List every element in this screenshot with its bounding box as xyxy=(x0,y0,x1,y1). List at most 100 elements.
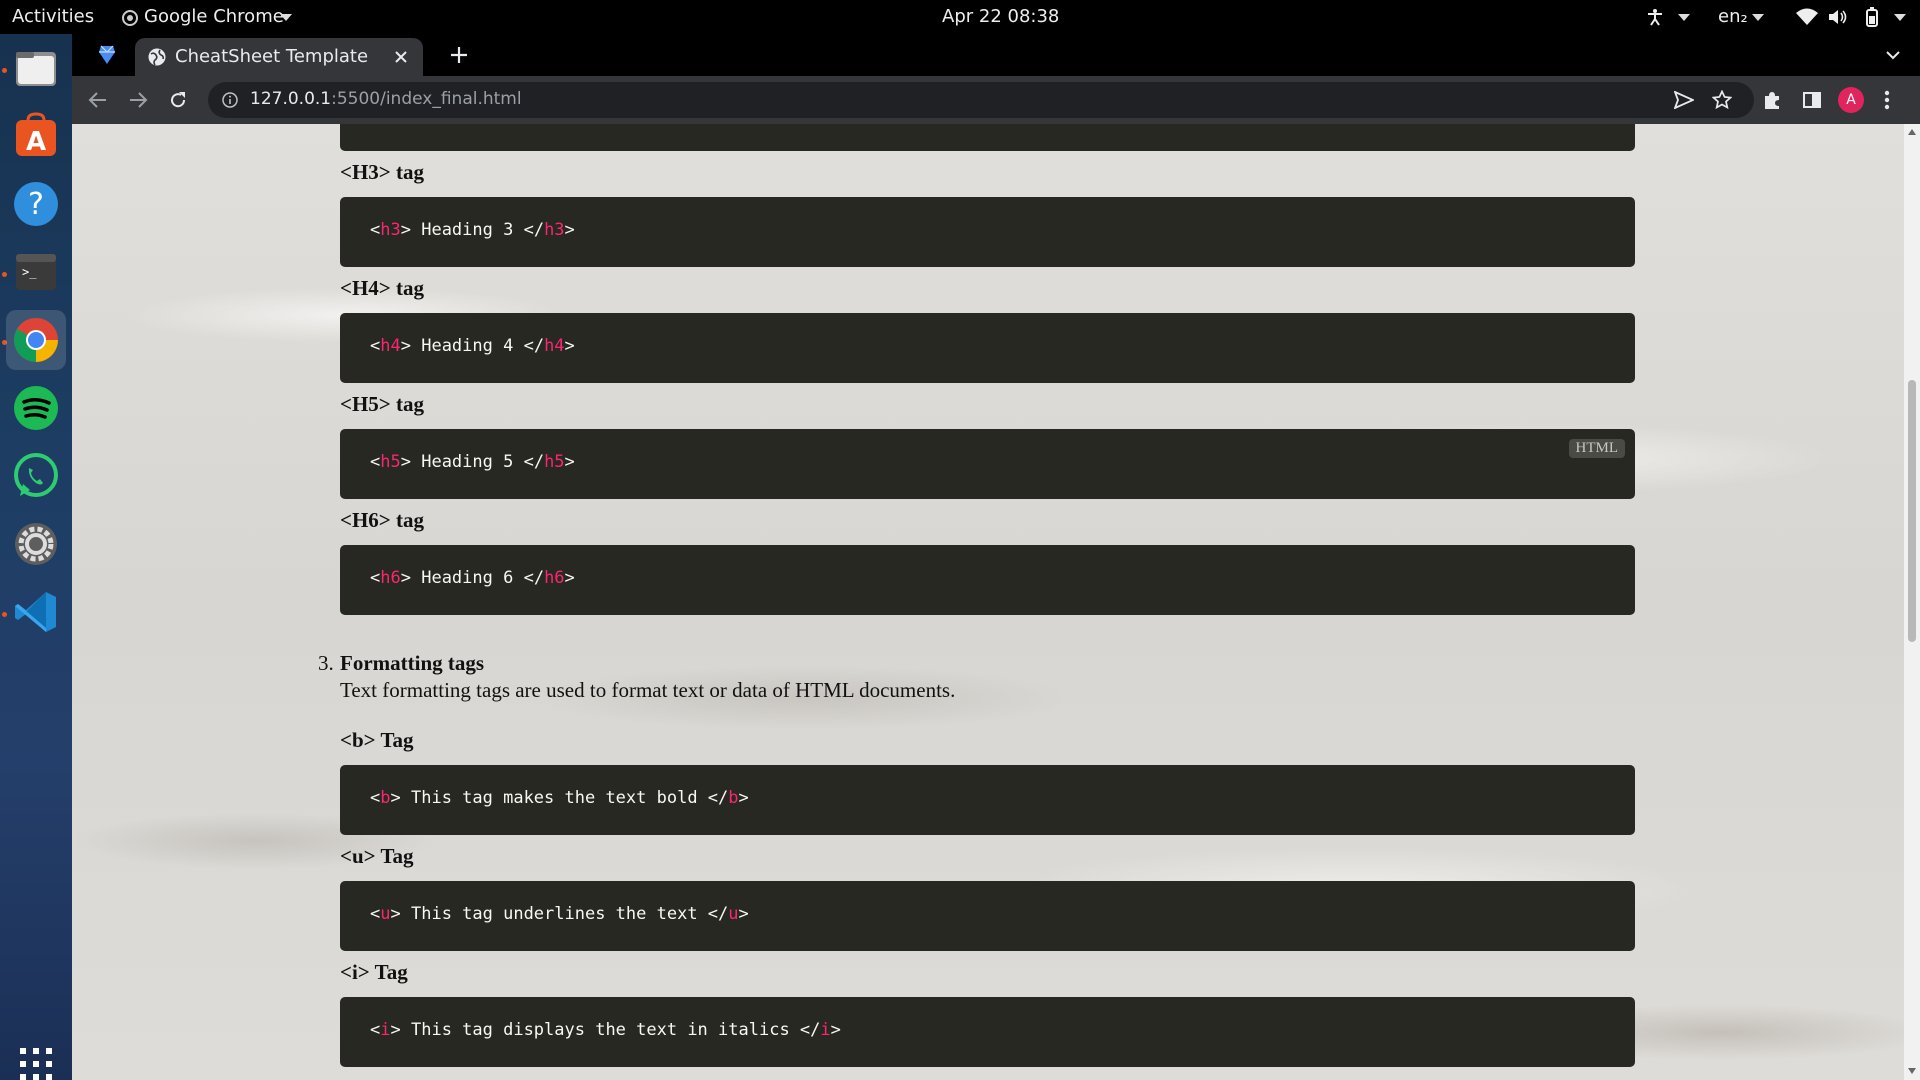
chrome-launcher[interactable] xyxy=(6,310,66,370)
scroll-down-arrow-icon[interactable] xyxy=(1908,1068,1916,1074)
code-tag: h3 xyxy=(544,220,565,240)
language-indicator[interactable]: en₂ xyxy=(1718,6,1748,27)
help-launcher[interactable]: ? xyxy=(6,174,66,234)
tag-heading-u: <u> Tag xyxy=(340,844,414,868)
scroll-up-arrow-icon[interactable] xyxy=(1908,129,1916,135)
close-tab-icon[interactable] xyxy=(395,51,407,63)
code-block-b: <b> This tag makes the text bold </b> xyxy=(340,765,1635,835)
code-tag: b xyxy=(380,788,391,808)
code-tag: u xyxy=(728,904,739,924)
system-top-bar: Activities Google Chrome Apr 22 08:38 en… xyxy=(0,0,1920,34)
code-tag: h3 xyxy=(380,220,401,240)
vscode-launcher[interactable] xyxy=(6,582,66,642)
profile-avatar[interactable]: A xyxy=(1838,87,1864,113)
whatsapp-launcher[interactable] xyxy=(6,446,66,506)
section-description: Text formatting tags are used to format … xyxy=(340,678,956,702)
svg-text:A: A xyxy=(26,127,46,157)
site-info-icon[interactable] xyxy=(222,92,238,108)
tag-heading-h3: <H3> tag xyxy=(340,160,425,184)
code-text: Heading 5 xyxy=(421,452,514,472)
terminal-launcher[interactable]: >_ xyxy=(6,242,66,302)
page-viewport: <H3> tag <h3> Heading 3 </h3> <H4> tag <… xyxy=(72,124,1904,1080)
system-menu-chevron-icon[interactable] xyxy=(1894,14,1906,22)
code-line: <b> This tag makes the text bold </b> xyxy=(370,788,749,808)
send-to-devices-icon[interactable] xyxy=(1674,91,1694,109)
bookmark-star-icon[interactable] xyxy=(1712,90,1732,110)
ubuntu-software-launcher[interactable]: A xyxy=(6,106,66,166)
code-text: This tag makes the text bold xyxy=(410,788,698,808)
files-icon xyxy=(16,52,56,86)
side-panel-icon[interactable] xyxy=(1802,90,1822,110)
code-line: <h4> Heading 4 </h4> xyxy=(370,336,575,356)
code-line: <h6> Heading 6 </h6> xyxy=(370,568,575,588)
reload-icon[interactable] xyxy=(168,90,188,110)
address-bar[interactable]: 127.0.0.1:5500/index_final.html xyxy=(208,82,1754,118)
tab-strip: CheatSheet Template xyxy=(72,34,1920,76)
settings-gear-icon xyxy=(15,523,57,565)
code-line: <u> This tag underlines the text </u> xyxy=(370,904,749,924)
wifi-icon[interactable] xyxy=(1796,8,1818,26)
page-scrollbar[interactable] xyxy=(1904,124,1920,1080)
software-store-icon: A xyxy=(16,112,56,157)
new-tab-icon[interactable] xyxy=(450,46,468,64)
svg-text:?: ? xyxy=(28,187,44,222)
code-text: Heading 3 xyxy=(421,220,514,240)
language-badge: HTML xyxy=(1568,439,1625,458)
browser-toolbar: 127.0.0.1:5500/index_final.html A xyxy=(72,76,1920,124)
language-chevron-icon[interactable] xyxy=(1752,14,1764,22)
url-host: 127.0.0.1 xyxy=(250,89,332,109)
section-title: Formatting tags xyxy=(340,651,485,675)
code-block-h4: <h4> Heading 4 </h4> xyxy=(340,313,1635,383)
code-block-h3: <h3> Heading 3 </h3> xyxy=(340,197,1635,267)
app-menu[interactable]: Google Chrome xyxy=(144,6,284,27)
code-tag: i xyxy=(380,1020,391,1040)
code-line: <h3> Heading 3 </h3> xyxy=(370,220,575,240)
app-menu-chevron-icon[interactable] xyxy=(280,14,292,22)
settings-launcher[interactable] xyxy=(6,514,66,574)
code-tag: h5 xyxy=(380,452,401,472)
code-tag: h4 xyxy=(544,336,565,356)
tab-search-gem-icon[interactable] xyxy=(98,44,116,66)
code-block-i: <i> This tag displays the text in italic… xyxy=(340,997,1635,1067)
code-block-h6: <h6> Heading 6 </h6> xyxy=(340,545,1635,615)
code-tag: u xyxy=(380,904,391,924)
code-line: <h5> Heading 5 </h5> xyxy=(370,452,575,472)
forward-arrow-icon[interactable] xyxy=(128,90,148,110)
chrome-menu-icon[interactable] xyxy=(1884,89,1890,111)
scrollbar-thumb[interactable] xyxy=(1908,380,1916,642)
url-path: :5500/index_final.html xyxy=(331,89,522,109)
volume-icon[interactable] xyxy=(1828,8,1848,26)
tab-list-chevron-icon[interactable] xyxy=(1886,51,1900,60)
app-grid-icon xyxy=(20,1048,52,1080)
clock[interactable]: Apr 22 08:38 xyxy=(942,6,1059,27)
chrome-small-icon xyxy=(122,10,138,26)
chrome-icon xyxy=(14,318,58,362)
spotify-launcher[interactable] xyxy=(6,378,66,438)
help-icon: ? xyxy=(14,182,58,226)
tab-active[interactable]: CheatSheet Template xyxy=(135,38,423,76)
accessibility-icon[interactable] xyxy=(1646,8,1664,26)
globe-icon xyxy=(148,48,166,66)
code-tag: h5 xyxy=(544,452,565,472)
files-launcher[interactable] xyxy=(6,38,66,98)
activities-button[interactable]: Activities xyxy=(12,6,94,27)
show-applications-button[interactable] xyxy=(6,1034,66,1080)
code-tag: b xyxy=(728,788,739,808)
url-text[interactable]: 127.0.0.1:5500/index_final.html xyxy=(250,89,522,109)
back-arrow-icon[interactable] xyxy=(88,90,108,110)
tag-heading-h4: <H4> tag xyxy=(340,276,425,300)
battery-icon[interactable] xyxy=(1862,7,1882,27)
code-line: <i> This tag displays the text in italic… xyxy=(370,1020,841,1040)
tag-heading-h5: <H5> tag xyxy=(340,392,425,416)
code-text: This tag underlines the text xyxy=(410,904,698,924)
code-block-u: <u> This tag underlines the text </u> xyxy=(340,881,1635,951)
list-number: 3. xyxy=(318,651,334,675)
tag-heading-h6: <H6> tag xyxy=(340,508,425,532)
code-tag: h4 xyxy=(380,336,401,356)
code-block-h5: <h5> Heading 5 </h5> HTML xyxy=(340,429,1635,499)
code-text: Heading 4 xyxy=(421,336,514,356)
extensions-puzzle-icon[interactable] xyxy=(1762,90,1782,110)
terminal-icon: >_ xyxy=(16,254,56,290)
accessibility-chevron-icon[interactable] xyxy=(1678,14,1690,22)
code-tag: h6 xyxy=(380,568,401,588)
